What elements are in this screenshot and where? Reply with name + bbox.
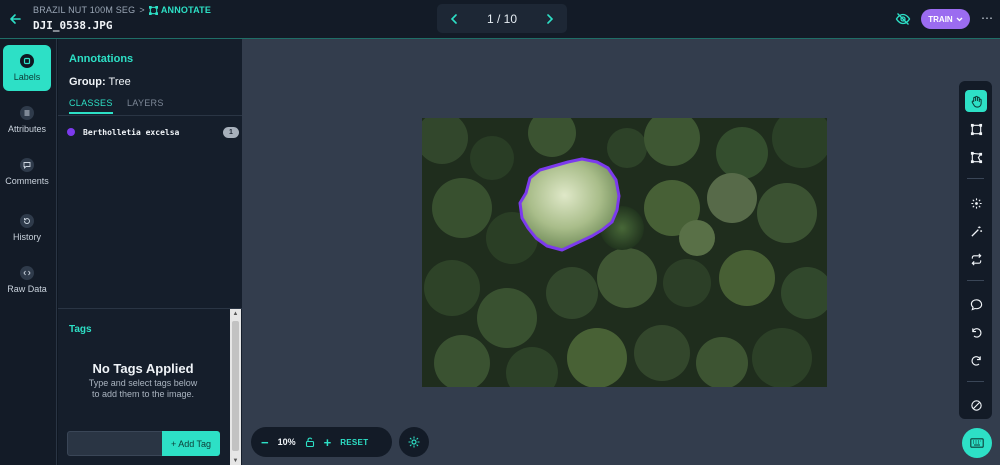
tab-layers[interactable]: LAYERS xyxy=(127,98,164,108)
group-line: Group: Tree xyxy=(69,76,131,88)
panel-tabs: CLASSES LAYERS xyxy=(58,96,242,116)
train-button[interactable]: TRAIN xyxy=(921,9,970,29)
keyboard-shortcuts-icon[interactable] xyxy=(962,428,992,458)
nav-raw-data-label: Raw Data xyxy=(7,284,47,294)
panel-title: Annotations xyxy=(69,53,134,65)
no-tags-title: No Tags Applied xyxy=(92,361,194,376)
back-arrow-icon[interactable] xyxy=(6,10,24,28)
zoom-out-button[interactable]: − xyxy=(261,436,269,449)
pager-text: 1 / 10 xyxy=(486,11,518,26)
next-image-icon[interactable] xyxy=(543,12,557,26)
nav-history-label: History xyxy=(12,232,41,242)
prev-image-icon[interactable] xyxy=(447,12,461,26)
tool-bar xyxy=(959,81,992,419)
toolbar-divider xyxy=(967,178,984,179)
zoom-level: 10% xyxy=(277,437,296,447)
brightness-settings-icon[interactable] xyxy=(399,427,429,457)
breadcrumb-project[interactable]: BRAZIL NUT 100M SEG xyxy=(33,5,135,15)
tab-classes[interactable]: CLASSES xyxy=(69,98,113,114)
lock-aspect-icon[interactable] xyxy=(305,437,315,447)
class-color-dot xyxy=(67,128,75,136)
undo-icon[interactable] xyxy=(965,321,987,343)
scroll-thumb[interactable] xyxy=(232,321,239,451)
comments-icon xyxy=(20,158,34,172)
breadcrumb-separator: > xyxy=(139,5,145,15)
nav-comments-label: Comments xyxy=(5,176,49,186)
pan-hand-tool-icon[interactable] xyxy=(965,90,987,112)
labels-icon xyxy=(20,54,34,68)
group-value: Tree xyxy=(108,76,131,88)
annotations-panel: Annotations Group: Tree CLASSES LAYERS B… xyxy=(58,39,242,465)
breadcrumb: BRAZIL NUT 100M SEG > ANNOTATE xyxy=(33,5,211,15)
tags-title: Tags xyxy=(69,324,92,335)
hide-annotations-icon[interactable] xyxy=(895,11,911,27)
nav-raw-data[interactable]: Raw Data xyxy=(3,257,51,303)
tags-section: Tags No Tags Applied Type and select tag… xyxy=(58,308,242,465)
nav-comments[interactable]: Comments xyxy=(3,149,51,195)
toolbar-divider xyxy=(967,280,984,281)
left-nav: Labels Attributes Comments History Raw D… xyxy=(0,39,57,465)
annotate-icon xyxy=(148,5,158,15)
add-tag-button[interactable]: + Add Tag xyxy=(162,431,220,456)
file-name: DJI_0538.JPG xyxy=(33,19,113,32)
class-count-badge: 1 xyxy=(223,126,239,138)
raw-data-icon xyxy=(20,266,34,280)
magic-wand-tool-icon[interactable] xyxy=(965,220,987,242)
bounding-box-tool-icon[interactable] xyxy=(965,118,987,140)
aerial-forest-image[interactable] xyxy=(422,118,827,387)
train-label: TRAIN xyxy=(928,14,953,24)
class-row[interactable]: Bertholletia excelsa 1 xyxy=(67,125,239,139)
zoom-controls: − 10% + RESET xyxy=(251,427,392,457)
clear-annotations-icon[interactable] xyxy=(965,394,987,416)
image-pager: 1 / 10 xyxy=(437,4,567,33)
annotation-app: BRAZIL NUT 100M SEG > ANNOTATE DJI_0538.… xyxy=(0,0,1000,465)
class-name: Bertholletia excelsa xyxy=(83,127,180,137)
no-tags-hint-line-2: to add them to the image. xyxy=(91,389,195,399)
chevron-down-icon xyxy=(956,17,963,21)
no-tags-hint: Type and select tags below to add them t… xyxy=(58,378,228,400)
nav-attributes-label: Attributes xyxy=(7,124,47,134)
scroll-up-arrow-icon[interactable]: ▲ xyxy=(230,309,241,319)
tags-scrollbar[interactable]: ▲ ▼ xyxy=(230,309,241,465)
breadcrumb-current: ANNOTATE xyxy=(148,5,212,15)
attributes-icon xyxy=(20,106,34,120)
breadcrumb-current-label: ANNOTATE xyxy=(160,5,212,15)
more-options-icon[interactable]: ⋯ xyxy=(980,10,994,26)
scroll-down-arrow-icon[interactable]: ▼ xyxy=(230,456,241,465)
toolbar-divider xyxy=(967,381,984,382)
convert-tool-icon[interactable] xyxy=(965,248,987,270)
redo-icon[interactable] xyxy=(965,349,987,371)
polygon-tool-icon[interactable] xyxy=(965,146,987,168)
zoom-in-button[interactable]: + xyxy=(324,436,332,449)
smart-select-tool-icon[interactable] xyxy=(965,192,987,214)
group-label: Group: xyxy=(69,76,106,88)
history-icon xyxy=(20,214,34,228)
nav-history[interactable]: History xyxy=(3,205,51,251)
tag-input[interactable] xyxy=(67,431,163,456)
top-header: BRAZIL NUT 100M SEG > ANNOTATE DJI_0538.… xyxy=(0,0,1000,39)
nav-labels-label: Labels xyxy=(13,72,41,82)
no-tags-hint-line-1: Type and select tags below xyxy=(88,378,198,388)
nav-attributes[interactable]: Attributes xyxy=(3,97,51,143)
annotation-canvas[interactable] xyxy=(242,39,1000,465)
zoom-reset-button[interactable]: RESET xyxy=(340,438,368,447)
comment-tool-icon[interactable] xyxy=(965,293,987,315)
nav-labels[interactable]: Labels xyxy=(3,45,51,91)
